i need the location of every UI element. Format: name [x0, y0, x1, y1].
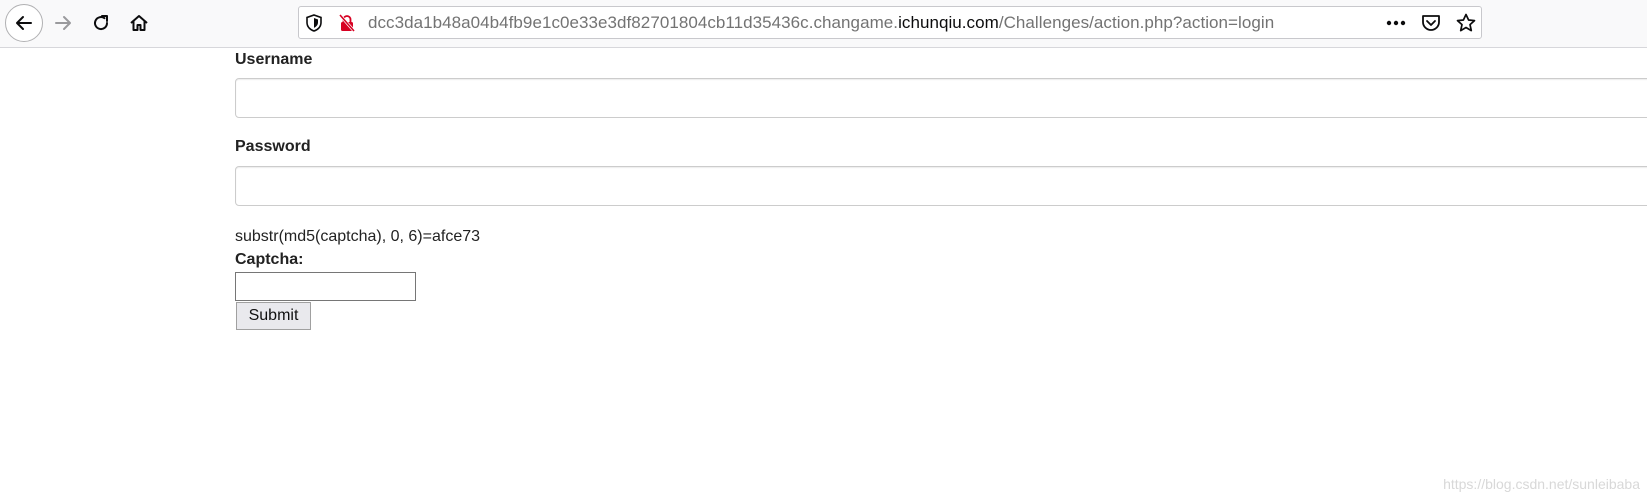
url-path: /Challenges/action.php?action=login: [998, 13, 1275, 32]
shield-icon[interactable]: [305, 14, 323, 32]
forward-button[interactable]: [46, 6, 80, 40]
username-input[interactable]: [235, 78, 1647, 118]
not-secure-lock-icon[interactable]: [338, 14, 356, 32]
browser-toolbar: dcc3da1b48a04b4fb9e1c0e33e3df82701804cb1…: [0, 0, 1647, 48]
password-label: Password: [235, 138, 311, 155]
url-text[interactable]: dcc3da1b48a04b4fb9e1c0e33e3df82701804cb1…: [368, 13, 1274, 33]
submit-button[interactable]: Submit: [236, 302, 311, 330]
captcha-input[interactable]: [235, 272, 416, 301]
back-button[interactable]: [5, 4, 43, 42]
home-icon: [130, 15, 148, 31]
more-dots-icon[interactable]: [1386, 14, 1406, 32]
reload-icon: [94, 15, 109, 31]
arrow-left-icon: [16, 16, 32, 30]
reload-button[interactable]: [84, 6, 118, 40]
password-input[interactable]: [235, 166, 1647, 206]
url-prefix: dcc3da1b48a04b4fb9e1c0e33e3df82701804cb1…: [368, 13, 899, 32]
url-bar[interactable]: dcc3da1b48a04b4fb9e1c0e33e3df82701804cb1…: [298, 6, 1482, 39]
watermark: https://blog.csdn.net/sunleibaba: [1443, 476, 1640, 492]
arrow-right-icon: [55, 16, 71, 30]
username-label: Username: [235, 51, 313, 68]
pocket-icon[interactable]: [1421, 14, 1441, 32]
captcha-label: Captcha:: [235, 251, 304, 268]
captcha-hint: substr(md5(captcha), 0, 6)=afce73: [235, 228, 481, 245]
url-domain: ichunqiu.com: [898, 13, 999, 32]
star-icon[interactable]: [1456, 13, 1476, 32]
home-button[interactable]: [122, 6, 156, 40]
